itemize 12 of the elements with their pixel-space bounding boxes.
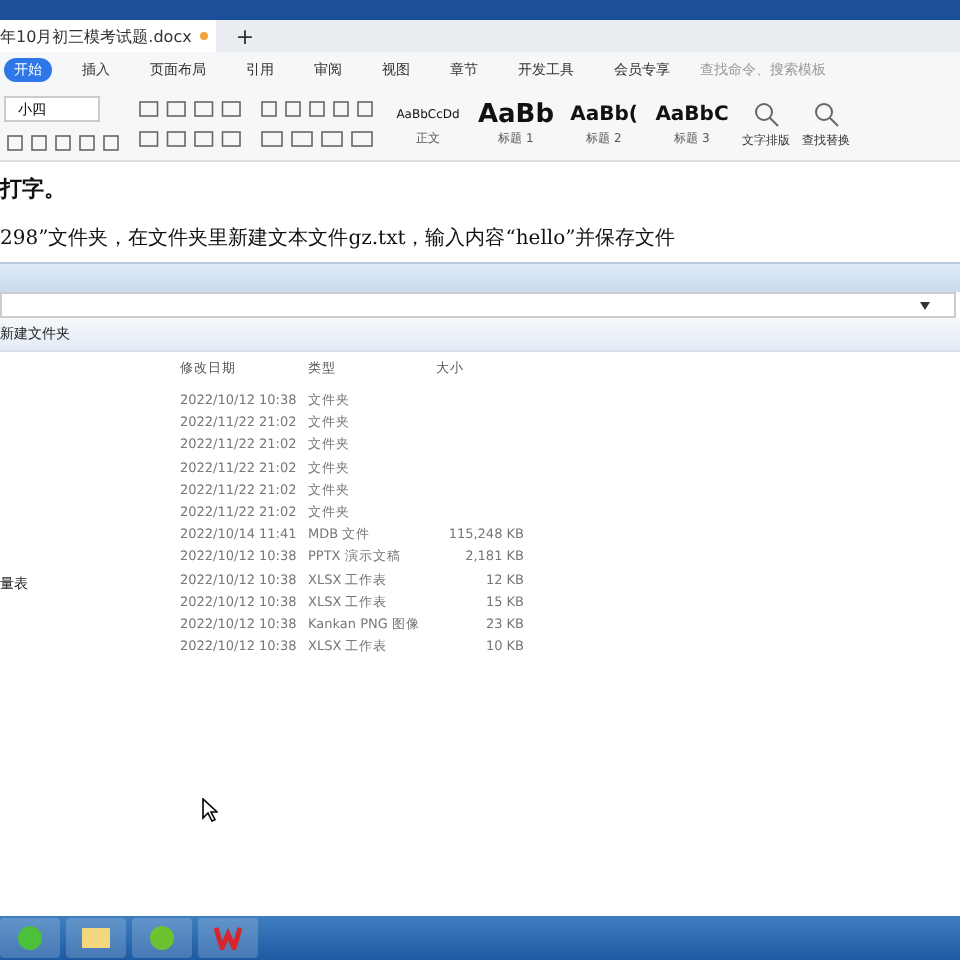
magnifier-icon (752, 99, 780, 127)
unsaved-dot-icon (199, 32, 208, 40)
browser-icon[interactable] (132, 918, 192, 958)
document-tab[interactable]: 年10月初三模考试题.docx (0, 20, 216, 52)
dropdown-arrow-icon[interactable] (920, 301, 930, 309)
folder-icon[interactable] (66, 918, 126, 958)
magnifier-icon (812, 99, 840, 127)
mouse-pointer-icon (202, 798, 218, 822)
document-text: 打字。 (0, 174, 68, 204)
chat-app-icon[interactable] (0, 918, 60, 958)
new-tab-button[interactable]: + (235, 23, 255, 49)
document-text: 298”文件夹，在文件夹里新建文本文件gz.txt，输入内容“hello”并保存文件 (0, 225, 678, 252)
